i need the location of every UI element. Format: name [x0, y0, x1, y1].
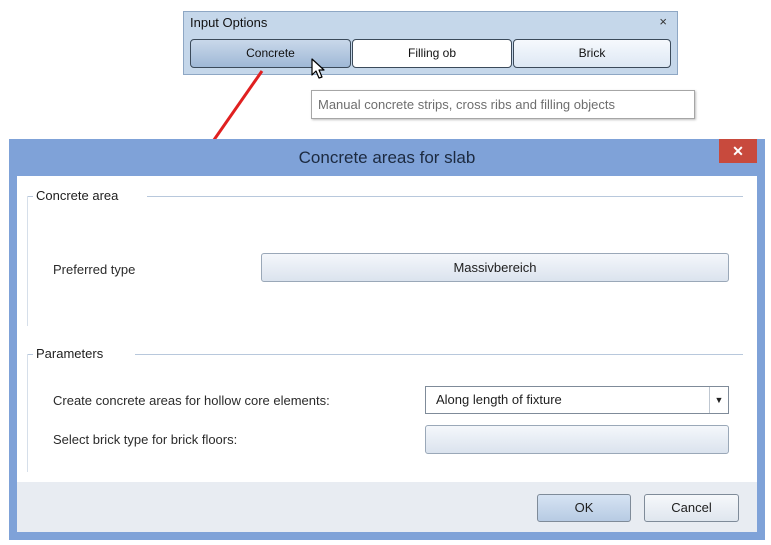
- cancel-button[interactable]: Cancel: [644, 494, 739, 522]
- preferred-type-label: Preferred type: [53, 262, 136, 277]
- concrete-tooltip: Manual concrete strips, cross ribs and f…: [311, 90, 695, 119]
- ok-button[interactable]: OK: [537, 494, 631, 522]
- concrete-areas-dialog: Concrete areas for slab ✕ Concrete area …: [9, 139, 765, 540]
- input-options-panel: Input Options × Concrete Filling ob Bric…: [183, 11, 678, 75]
- dialog-body: Concrete area Preferred type Massivberei…: [17, 176, 757, 532]
- dialog-footer: OK Cancel: [17, 482, 757, 532]
- dialog-close-icon[interactable]: ✕: [719, 139, 757, 163]
- dialog-title: Concrete areas for slab: [298, 148, 476, 167]
- concrete-area-legend: Concrete area: [33, 188, 124, 203]
- hollow-core-label: Create concrete areas for hollow core el…: [53, 393, 330, 408]
- hollow-core-value: Along length of fixture: [436, 392, 562, 407]
- brick-type-label: Select brick type for brick floors:: [53, 432, 238, 447]
- hollow-core-select[interactable]: Along length of fixture ▼: [425, 386, 729, 414]
- preferred-type-button[interactable]: Massivbereich: [261, 253, 729, 282]
- pointer-cursor-icon: [311, 58, 325, 79]
- brick-type-button[interactable]: [425, 425, 729, 454]
- group-border: [27, 196, 28, 326]
- group-border: [135, 354, 743, 355]
- brick-button[interactable]: Brick: [513, 39, 671, 68]
- group-border: [27, 354, 28, 472]
- parameters-legend: Parameters: [33, 346, 109, 361]
- input-options-title: Input Options: [190, 15, 268, 30]
- group-border: [147, 196, 743, 197]
- filling-objects-button[interactable]: Filling ob: [352, 39, 512, 68]
- dropdown-arrow-icon[interactable]: ▼: [709, 387, 728, 413]
- close-icon[interactable]: ×: [659, 14, 667, 29]
